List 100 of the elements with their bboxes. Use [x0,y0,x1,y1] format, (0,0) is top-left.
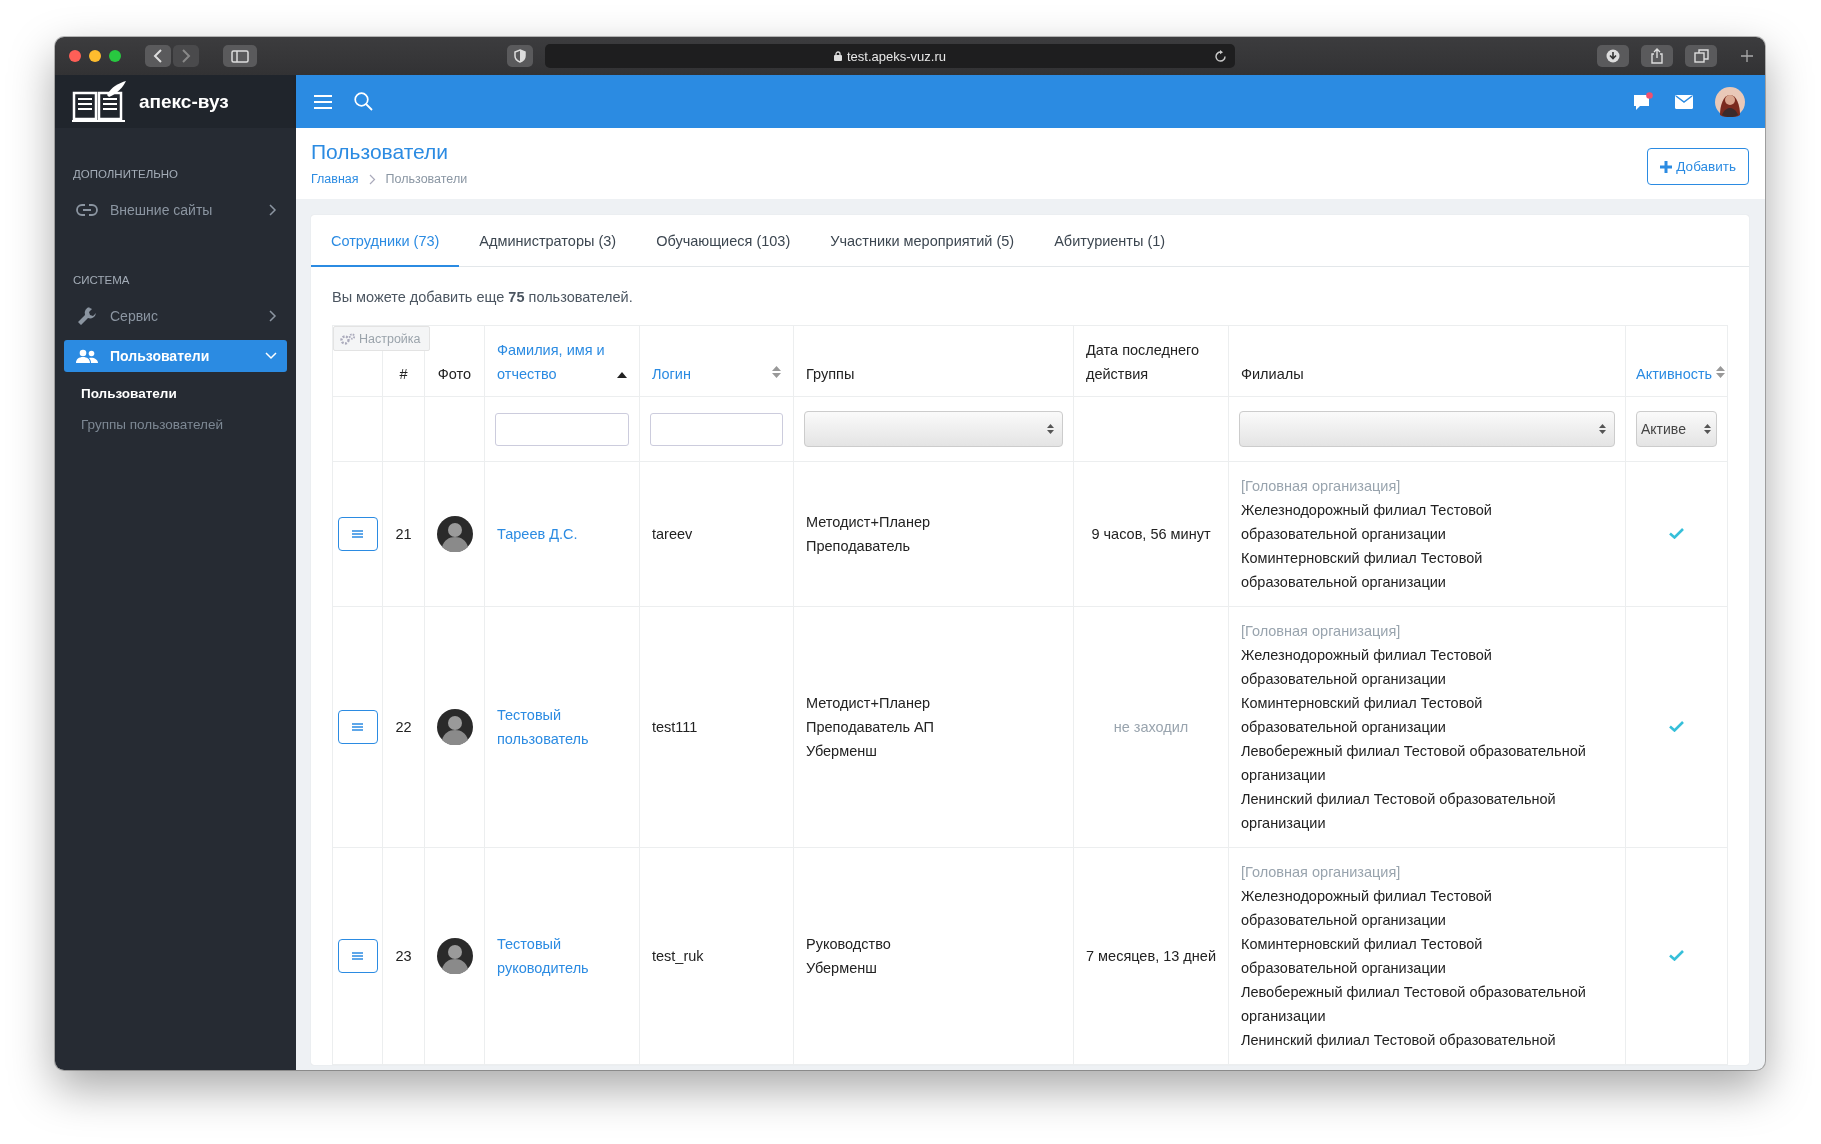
submenu-item[interactable]: Группы пользователей [55,411,296,442]
tab[interactable]: Участники мероприятий (5) [810,215,1035,267]
menu-icon[interactable] [352,723,363,731]
tab[interactable]: Администраторы (3) [459,215,637,267]
branch-name: Левобережный филиал Тестовой образовательной организации [1241,983,1587,1026]
settings-button[interactable]: Настройка [333,326,430,351]
download-icon[interactable] [1606,49,1620,63]
branch-head: [Головная организация] [1241,863,1402,882]
tabs-button[interactable] [1685,45,1717,67]
user-avatar [436,516,473,552]
column-header: Фото [437,365,472,384]
branch-head: [Головная организация] [1241,477,1402,496]
brand-name: апекс-вуз [139,90,229,113]
new-tab-icon[interactable] [1741,50,1753,62]
branch-name: Коминтерновский филиал Тестовой образовательной организации [1241,694,1484,737]
breadcrumb-link[interactable]: Главная [311,172,359,186]
lock-icon [834,51,842,61]
user-name-link[interactable]: Тестовый пользователь [497,703,627,751]
group-name: Преподаватель [806,537,912,556]
mail-icon[interactable] [1675,94,1693,109]
row-menu-button[interactable] [337,517,378,551]
sort-ascending-icon[interactable] [617,372,627,378]
column-header: Дата последнего действия [1086,341,1201,384]
sort-icon[interactable] [772,366,781,378]
search-icon[interactable] [354,92,373,111]
user-name-link[interactable]: Тестовый руководитель [497,932,627,980]
tab[interactable]: Абитуриенты (1) [1034,215,1186,267]
sidebar-toggle-button[interactable] [223,45,257,67]
tab[interactable]: Сотрудники (73) [311,215,460,267]
maximize-icon[interactable] [109,50,121,62]
group-name: Уберменш [806,742,878,761]
submenu-item[interactable]: Пользователи [55,380,296,411]
branch-name: Коминтерновский филиал Тестовой образовательной организации [1241,935,1484,978]
sidebar-item[interactable]: Внешние сайты [64,194,287,226]
wrench-icon [76,306,98,326]
chevron-right-icon [269,310,277,322]
section-heading: ДОПОЛНИТЕЛЬНО [72,167,179,180]
back-button[interactable] [145,45,171,67]
filter-select[interactable]: Активе [1636,411,1717,447]
select-arrows-icon[interactable] [1599,423,1606,435]
branch-name: Железнодорожный филиал Тестовой образовательной организации [1241,646,1493,689]
chevron-down-icon [265,352,277,360]
row-menu-button[interactable] [337,710,378,744]
column-header: Группы [806,365,855,384]
menu-icon[interactable] [352,952,363,960]
group-name: Руководство [806,935,892,954]
group-name: Методист+Планер [806,694,932,713]
select-arrows-icon[interactable] [1704,423,1711,435]
row-number: 22 [395,719,412,735]
group-name: Методист+Планер [806,513,932,532]
close-icon[interactable] [69,50,81,62]
share-icon[interactable] [1650,48,1664,64]
branch-name: Коминтерновский филиал Тестовой образовательной организации [1241,549,1484,592]
page-title: Пользователи [311,140,450,164]
last-action-text: 9 часов, 56 минут [1091,526,1211,542]
branch-name: Ленинский филиал Тестовой образовательной [1241,1031,1557,1050]
breadcrumb-separator-icon [368,173,376,185]
sidebar-item[interactable]: Сервис [64,300,287,332]
filter-input[interactable] [495,412,629,446]
plus-icon[interactable] [1660,160,1673,173]
address-bar[interactable]: test.apeks-vuz.ru [545,44,1235,68]
tabs-icon[interactable] [1693,49,1709,63]
users-icon [76,349,98,363]
menu-icon[interactable] [352,530,363,538]
section-heading: СИСТЕМА [72,273,131,286]
notice-text: Вы можете добавить еще 75 пользователей. [332,289,634,305]
breadcrumb-current: Пользователи [385,172,468,186]
forward-icon[interactable] [182,49,191,63]
sidebar-icon[interactable] [231,49,249,63]
login-text: test_ruk [652,948,704,964]
back-icon[interactable] [153,49,162,63]
branch-head: [Головная организация] [1241,622,1402,641]
reload-icon[interactable] [1214,50,1227,63]
download-button[interactable] [1597,45,1629,67]
login-text: test111 [652,719,698,735]
last-action-text: не заходил [1113,719,1189,735]
sort-icon[interactable] [1716,366,1726,378]
shield-button[interactable] [507,45,533,67]
add-button[interactable]: Добавить [1647,148,1749,185]
branch-name: Железнодорожный филиал Тестовой образовательной организации [1241,887,1493,930]
user-avatar [436,938,473,974]
tab[interactable]: Обучающиеся (103) [636,215,811,267]
branch-name: Железнодорожный филиал Тестовой образовательной организации [1241,501,1493,544]
branch-name: Левобережный филиал Тестовой образовательной организации [1241,742,1587,785]
column-header: Филиалы [1241,365,1304,384]
group-name: Преподаватель АП [806,718,935,737]
user-avatar [436,709,473,745]
column-sort-link[interactable]: Логин [652,362,691,386]
filter-input[interactable] [650,412,783,446]
column-header: # [399,365,408,384]
select-arrows-icon[interactable] [1047,423,1054,435]
user-name-link[interactable]: Тареев Д.С. [497,522,627,546]
last-action-text: 7 месяцев, 13 дней [1086,948,1216,964]
row-menu-button[interactable] [337,939,378,973]
chat-icon[interactable] [1633,91,1653,112]
shield-icon[interactable] [514,49,526,63]
minimize-icon[interactable] [89,50,101,62]
share-button[interactable] [1641,45,1673,67]
sidebar-item[interactable]: Пользователи [64,340,287,372]
avatar-icon[interactable] [1715,86,1745,117]
